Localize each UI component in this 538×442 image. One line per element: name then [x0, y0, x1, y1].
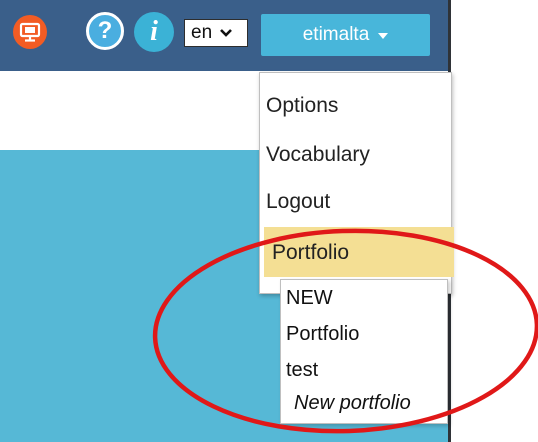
submenu-item-new-portfolio[interactable]: New portfolio	[294, 392, 411, 415]
menu-item-options[interactable]: Options	[266, 94, 338, 118]
caret-down-icon	[378, 33, 389, 39]
chevron-down-icon	[220, 29, 233, 37]
user-name-label: etimalta	[302, 24, 370, 45]
info-icon[interactable]: i	[134, 12, 174, 52]
help-glyph: ?	[97, 17, 113, 44]
submenu-item-portfolio[interactable]: Portfolio	[286, 323, 359, 346]
screen-icon[interactable]	[13, 15, 47, 49]
presentation-icon-glyph	[19, 22, 41, 42]
portfolio-submenu: NEW Portfolio test New portfolio	[280, 279, 448, 424]
language-value: en	[191, 22, 213, 43]
menu-item-logout[interactable]: Logout	[266, 190, 330, 214]
submenu-item-new[interactable]: NEW	[286, 287, 333, 310]
language-select[interactable]: en	[184, 19, 248, 47]
help-icon[interactable]: ?	[86, 12, 124, 50]
info-glyph: i	[150, 16, 158, 47]
menu-item-portfolio[interactable]: Portfolio	[272, 241, 349, 265]
menu-item-vocabulary[interactable]: Vocabulary	[266, 143, 370, 167]
user-menu-button[interactable]: etimalta	[261, 14, 430, 56]
submenu-item-test[interactable]: test	[286, 359, 318, 382]
user-dropdown-menu: Options Vocabulary Logout Portfolio	[259, 72, 454, 294]
